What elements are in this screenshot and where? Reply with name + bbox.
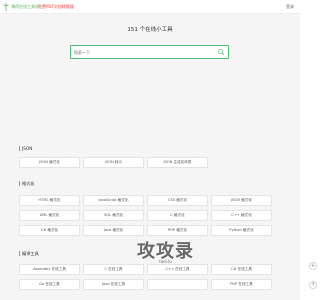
- tool-button[interactable]: Java 在线工具: [83, 279, 144, 290]
- tool-button[interactable]: [147, 279, 208, 290]
- site-name-link[interactable]: 薄荷在线工具网: [11, 4, 39, 10]
- section-title-json: JSON: [19, 146, 32, 151]
- tool-button[interactable]: JSON 格式化: [19, 157, 80, 168]
- feedback-plus-icon[interactable]: +: [309, 262, 317, 270]
- tool-button[interactable]: Assembly 在线工具: [19, 264, 80, 275]
- back-to-top-icon[interactable]: ↑: [309, 281, 317, 289]
- tool-button[interactable]: C++ 格式化: [211, 210, 272, 221]
- login-link[interactable]: 登录: [286, 4, 294, 10]
- tool-button[interactable]: C# 格式化: [19, 225, 80, 236]
- tool-button[interactable]: PHP 在线工具: [211, 279, 272, 290]
- json-tools-grid: JSON 格式化 JSON 转义 JSON 生成实体类: [19, 157, 273, 168]
- tool-button[interactable]: C++ 在线工具: [147, 264, 208, 275]
- section-title-format: 格式化: [19, 181, 35, 186]
- promo-link[interactable]: 免费PDF文档转换器: [38, 4, 74, 10]
- tool-button[interactable]: C# 在线工具: [211, 264, 272, 275]
- tool-button[interactable]: XML 格式化: [19, 210, 80, 221]
- tool-button[interactable]: C 格式化: [147, 210, 208, 221]
- tool-button[interactable]: CSS 格式化: [147, 195, 208, 206]
- search-icon[interactable]: [217, 48, 225, 56]
- tool-button[interactable]: C 在线工具: [83, 264, 144, 275]
- tool-button[interactable]: Java 格式化: [83, 225, 144, 236]
- compile-tools-grid: Assembly 在线工具 C 在线工具 C++ 在线工具 C# 在线工具 Go…: [19, 264, 273, 290]
- page-headline: 151 个在线小工具: [127, 27, 173, 33]
- format-tools-grid: HTML 格式化 JavaScript 格式化 CSS 格式化 JSON 格式化…: [19, 195, 273, 236]
- leaf-logo-icon[interactable]: [3, 3, 9, 11]
- section-title-compile: 编译工具: [19, 251, 39, 256]
- search-input[interactable]: 搜索一下: [74, 50, 90, 56]
- tool-button[interactable]: JSON 转义: [83, 157, 144, 168]
- tool-button[interactable]: PHP 格式化: [147, 225, 208, 236]
- tool-button[interactable]: JSON 生成实体类: [147, 157, 208, 168]
- tool-button[interactable]: JavaScript 格式化: [83, 195, 144, 206]
- tool-button[interactable]: SQL 格式化: [83, 210, 144, 221]
- tool-button[interactable]: HTML 格式化: [19, 195, 80, 206]
- tool-button[interactable]: JSON 格式化: [211, 195, 272, 206]
- tool-button[interactable]: Python 格式化: [211, 225, 272, 236]
- tool-button[interactable]: Go 在线工具: [19, 279, 80, 290]
- top-navigation-bar: 薄荷在线工具网 免费PDF文档转换器 登录: [0, 0, 300, 14]
- search-box[interactable]: 搜索一下: [70, 45, 229, 59]
